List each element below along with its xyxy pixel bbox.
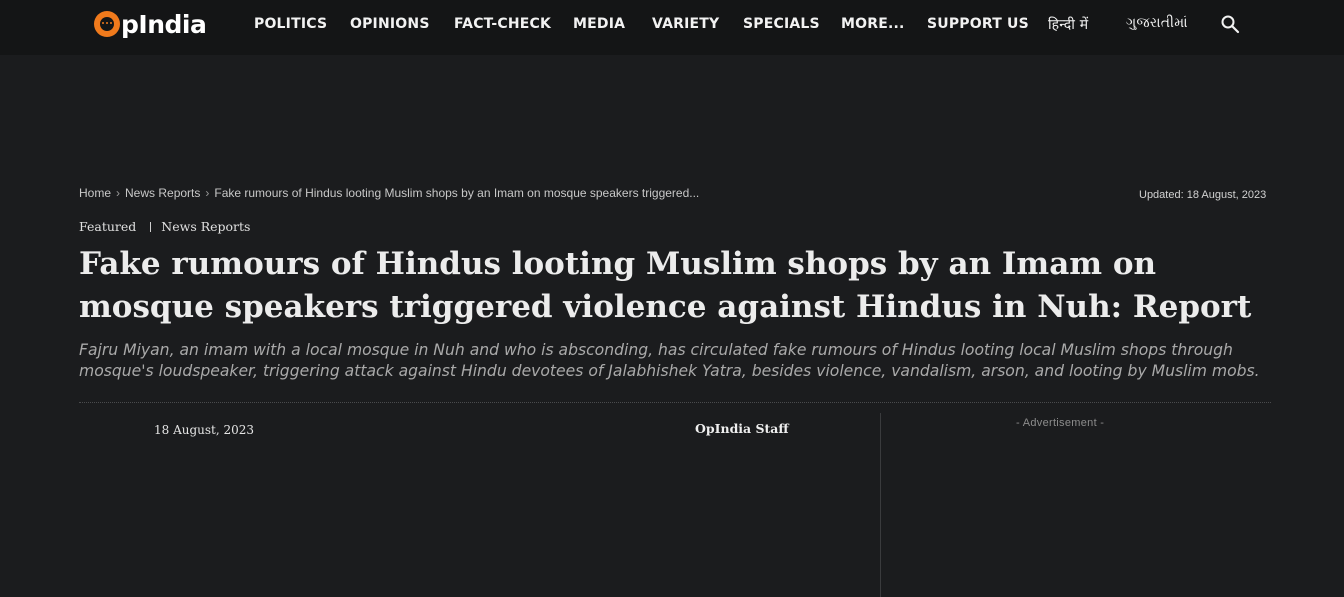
- updated-date: Updated: 18 August, 2023: [1139, 189, 1267, 201]
- category-news-reports[interactable]: News Reports: [161, 219, 250, 234]
- nav-politics[interactable]: POLITICS: [254, 16, 327, 32]
- category-featured[interactable]: Featured: [79, 219, 136, 234]
- nav-opinions[interactable]: OPINIONS: [350, 16, 430, 32]
- article-subtitle: Fajru Miyan, an imam with a local mosque…: [79, 341, 1260, 380]
- article-title: Fake rumours of Hindus looting Muslim sh…: [79, 246, 1252, 325]
- article-author[interactable]: OpIndia Staff: [695, 421, 789, 436]
- nav-fact-check[interactable]: FACT-CHECK: [454, 16, 551, 32]
- nav-more[interactable]: MORE...: [841, 16, 905, 32]
- meta-divider: [79, 402, 1271, 403]
- nav-hindi[interactable]: हिन्दी में: [1048, 15, 1088, 34]
- breadcrumb-separator-icon: ›: [116, 186, 121, 200]
- nav-gujarati[interactable]: ગુજરાતીમાં: [1126, 15, 1188, 31]
- nav-variety[interactable]: VARIETY: [652, 16, 719, 32]
- article-categories: Featured News Reports: [79, 219, 250, 234]
- breadcrumb-section[interactable]: News Reports: [125, 186, 200, 200]
- advertisement-label: - Advertisement -: [1016, 417, 1105, 429]
- nav-media[interactable]: MEDIA: [573, 16, 625, 32]
- article-date: 18 August, 2023: [154, 423, 255, 437]
- search-icon[interactable]: [1220, 14, 1240, 34]
- breadcrumb-home[interactable]: Home: [79, 186, 111, 200]
- breadcrumb-separator-icon: ›: [205, 186, 210, 200]
- logo-text: pIndia: [121, 9, 207, 39]
- top-navigation-bar: pIndia POLITICS OPINIONS FACT-CHECK MEDI…: [0, 0, 1344, 55]
- breadcrumb-current: Fake rumours of Hindus looting Muslim sh…: [214, 186, 700, 200]
- nav-support-us[interactable]: SUPPORT US: [927, 16, 1029, 32]
- site-logo[interactable]: pIndia: [94, 8, 207, 40]
- opindia-logo-icon: [94, 11, 120, 37]
- category-divider: [150, 222, 152, 232]
- nav-specials[interactable]: SPECIALS: [743, 16, 820, 32]
- breadcrumb: Home › News Reports › Fake rumours of Hindus…: [79, 186, 699, 200]
- sidebar-divider: [880, 413, 881, 597]
